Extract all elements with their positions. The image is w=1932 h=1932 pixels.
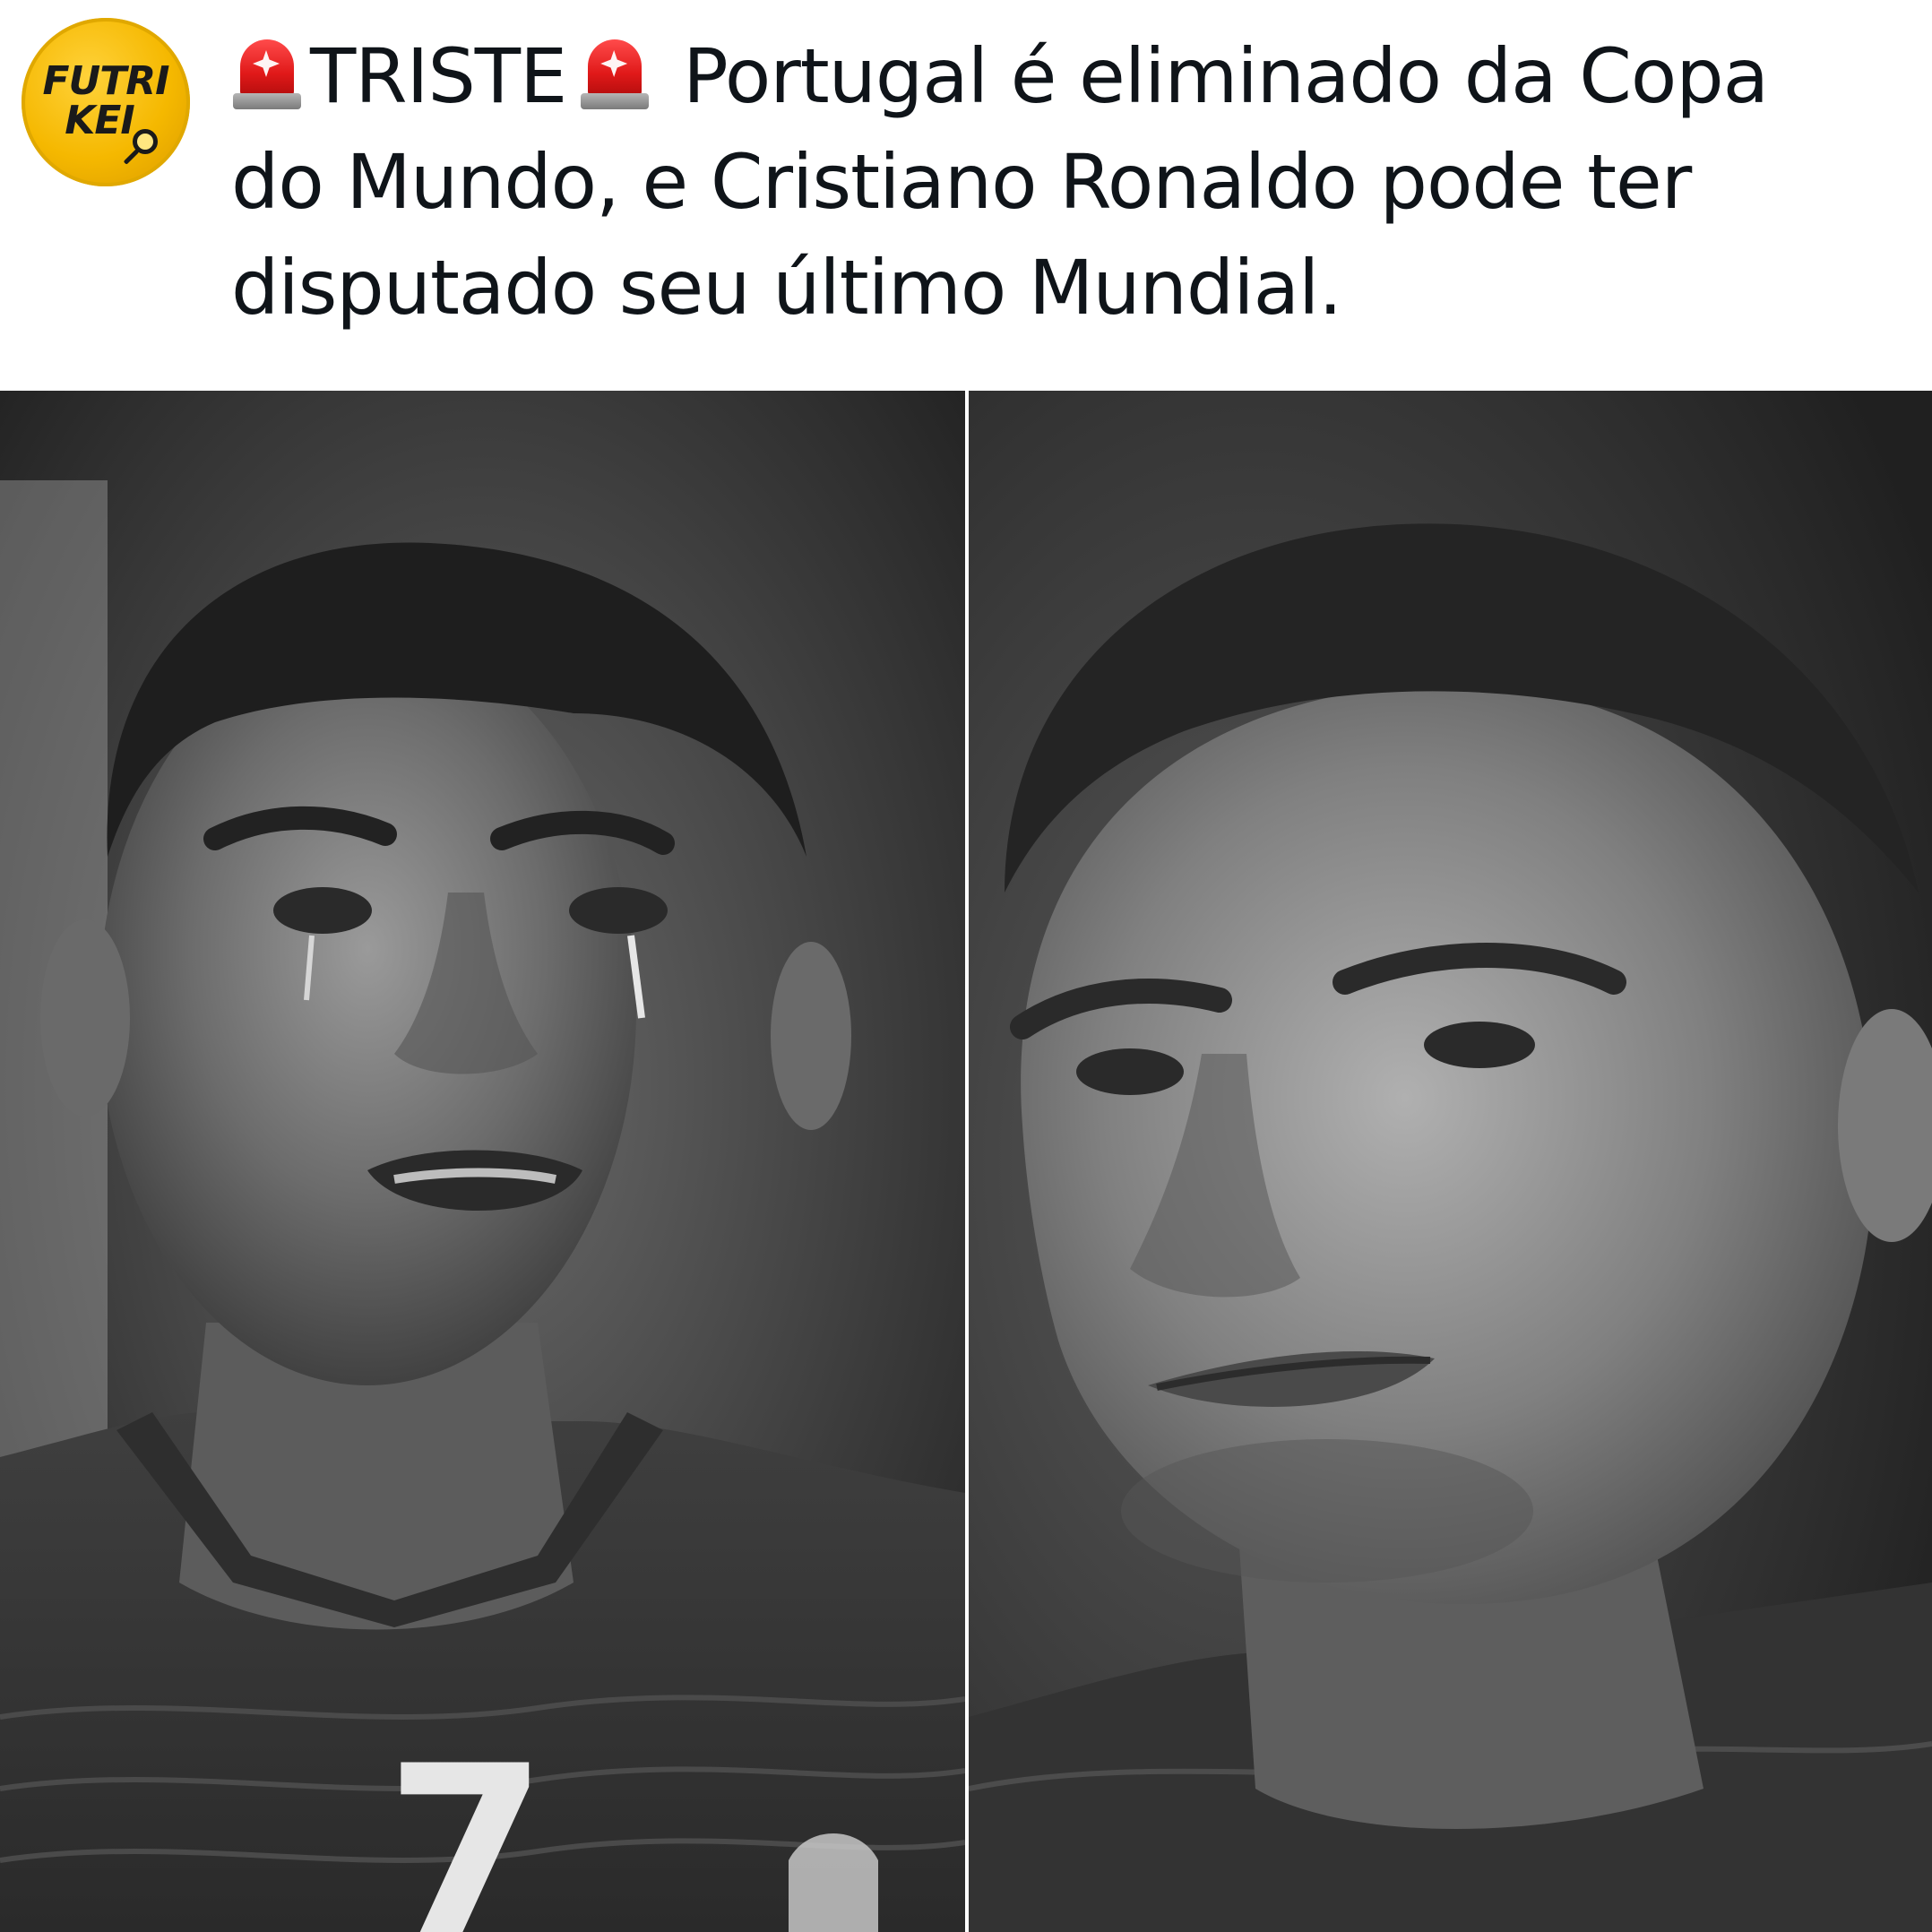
post-header: FUTRI KEI TRISTE Portugal é eliminado da … [0,0,1932,391]
post-line-1-rest: Portugal é eliminado da Copa [683,32,1769,120]
post-line-1: TRISTE Portugal é eliminado da Copa [231,23,1925,129]
post-line-3: disputado seu último Mundial. [231,244,1342,332]
magnifier-icon [133,129,158,154]
siren-icon [579,34,651,115]
post-line-2: do Mundo, e Cristiano Ronaldo pode ter [231,138,1692,226]
post-highlight: TRISTE [310,32,567,120]
photo-right-emotional-player[interactable] [969,391,1932,1932]
avatar-logo-line1: FUTRI [42,58,169,104]
account-avatar[interactable]: FUTRI KEI [22,18,190,186]
photo-left-crying-player[interactable]: 7 [0,391,965,1932]
jersey-number: 7 [385,1717,548,1932]
post-text: TRISTE Portugal é eliminado da Copa do Mu… [231,23,1925,341]
siren-icon [231,34,303,115]
avatar-logo-line2: KEI [65,98,135,143]
post-media[interactable]: 7 [0,391,1932,1932]
